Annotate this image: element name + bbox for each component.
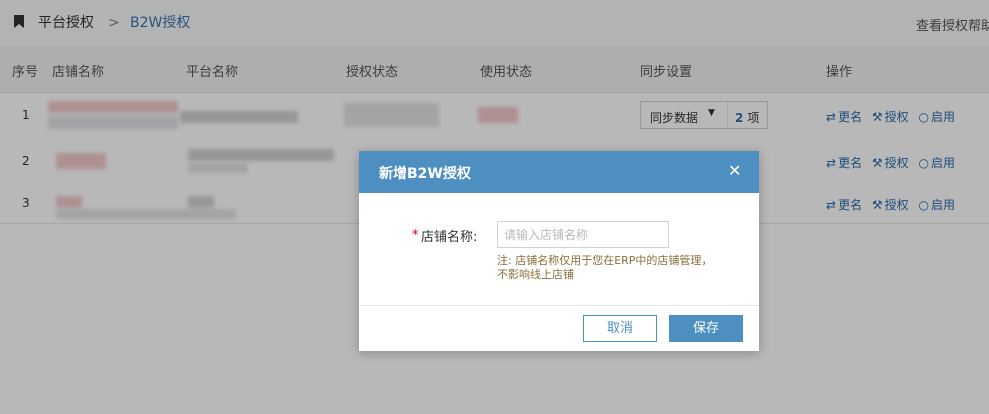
page: 平台授权 > B2W授权 查看授权帮助 序号 店铺名称 平台名称 授权状态 使用…: [0, 0, 989, 414]
dialog-body: * 店铺名称: 注: 店铺名称仅用于您在ERP中的店铺管理，不影响线上店铺: [359, 193, 759, 305]
store-name-label: 店铺名称:: [421, 230, 478, 245]
dialog-header: 新增B2W授权 ✕: [359, 151, 759, 193]
dialog-footer: 取消 保存: [359, 305, 759, 351]
dialog-title: 新增B2W授权: [379, 166, 471, 182]
required-mark: *: [412, 228, 419, 243]
close-icon[interactable]: ✕: [728, 162, 741, 180]
store-name-note: 注: 店铺名称仅用于您在ERP中的店铺管理，不影响线上店铺: [497, 254, 713, 281]
cancel-button[interactable]: 取消: [583, 315, 657, 342]
add-b2w-auth-dialog: 新增B2W授权 ✕ * 店铺名称: 注: 店铺名称仅用于您在ERP中的店铺管理，…: [359, 151, 759, 351]
store-name-input[interactable]: [497, 221, 669, 248]
save-button[interactable]: 保存: [669, 315, 743, 342]
